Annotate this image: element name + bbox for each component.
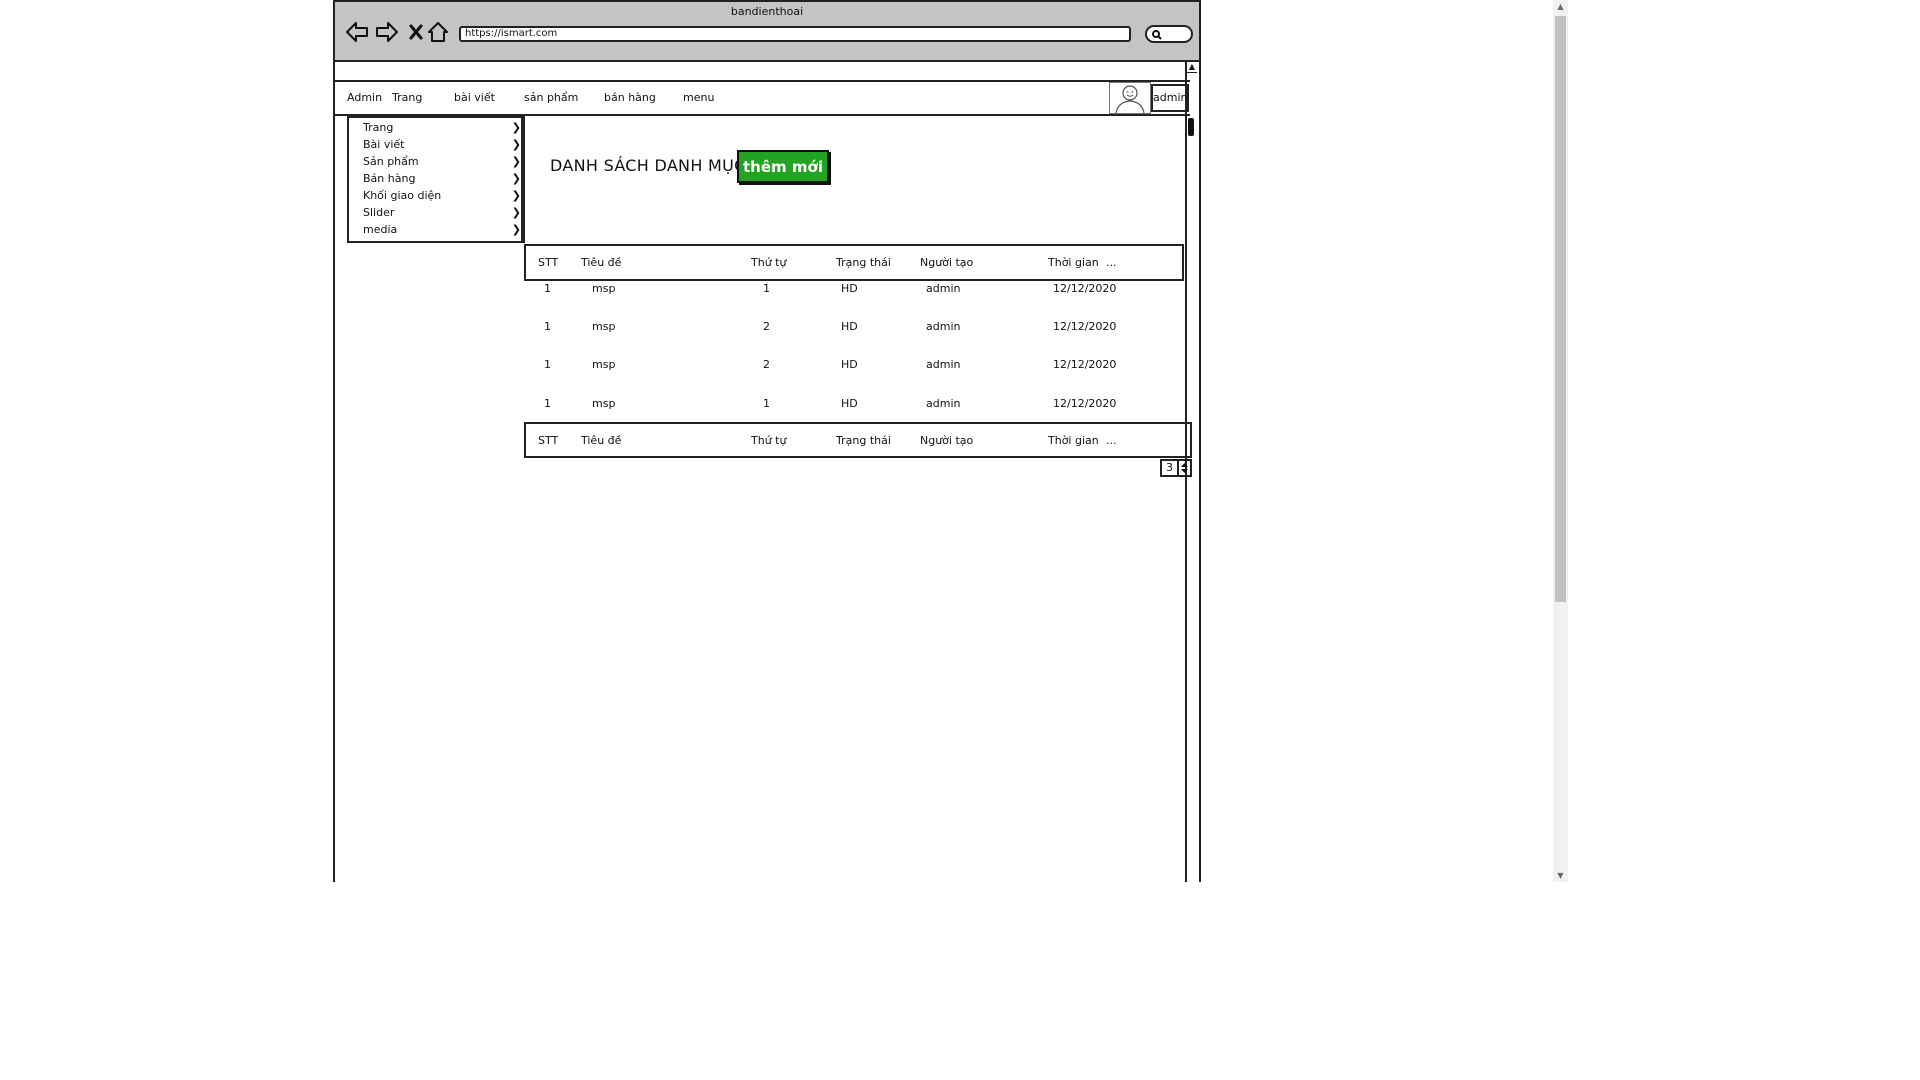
dropdown-item-khoi-giao-dien[interactable]: Khối giao diện ❯ — [363, 189, 521, 202]
col-footer-stt: STT — [538, 434, 559, 447]
scroll-thumb[interactable] — [1188, 118, 1194, 136]
page-title: DANH SÁCH DANH MỤC — [550, 156, 746, 175]
menu-item-admin[interactable]: Admin — [347, 91, 382, 104]
cell-title: msp — [592, 320, 616, 333]
chevron-right-icon: ❯ — [511, 189, 521, 202]
dropdown-item-trang[interactable]: Trang ❯ — [363, 121, 521, 134]
cell-stt: 1 — [544, 320, 551, 333]
col-footer-order: Thứ tự — [751, 434, 787, 447]
col-header-title[interactable]: Tiêu đề — [581, 256, 621, 269]
content-divider — [523, 116, 525, 243]
cell-order: 2 — [763, 358, 770, 371]
scroll-up-icon[interactable]: ▲ — [1187, 62, 1197, 73]
dropdown-item-label: Slider — [363, 206, 395, 219]
cell-creator: admin — [926, 397, 961, 410]
chevron-right-icon: ❯ — [511, 172, 521, 185]
col-header-more[interactable]: ... — [1106, 256, 1117, 269]
col-header-status[interactable]: Trạng thái — [836, 256, 891, 269]
dropdown-item-media[interactable]: media ❯ — [363, 223, 521, 236]
dropdown-item-san-pham[interactable]: Sản phẩm ❯ — [363, 155, 521, 168]
chevron-right-icon: ❯ — [511, 138, 521, 151]
col-footer-creator: Người tạo — [920, 434, 974, 447]
cell-stt: 1 — [544, 397, 551, 410]
stop-icon[interactable] — [404, 20, 428, 44]
cell-time: 12/12/2020 — [1053, 320, 1117, 333]
dropdown-item-label: media — [363, 223, 398, 236]
menu-item-san-pham[interactable]: sản phẩm — [524, 91, 578, 104]
browser-search-box[interactable] — [1145, 25, 1193, 43]
dropdown-item-label: Sản phẩm — [363, 155, 419, 168]
page-number[interactable]: 3 — [1160, 459, 1179, 477]
chevron-right-icon: ❯ — [511, 223, 521, 236]
cell-time: 12/12/2020 — [1053, 358, 1117, 371]
col-header-creator[interactable]: Người tạo — [920, 256, 973, 269]
search-icon — [1152, 30, 1162, 40]
col-header-order[interactable]: Thứ tự — [751, 256, 786, 269]
window-title: bandienthoai — [730, 5, 804, 18]
add-new-button[interactable]: thêm mới — [737, 150, 829, 183]
table-footer: STT Tiêu đề Thứ tự Trạng thái Người tạo … — [524, 422, 1192, 458]
menu-item-menu[interactable]: menu — [683, 91, 714, 104]
menu-item-bai-viet[interactable]: bài viết — [454, 91, 495, 104]
cell-creator: admin — [926, 282, 961, 295]
user-avatar-icon — [1115, 85, 1145, 114]
menu-item-ban-hang[interactable]: bán hàng — [604, 91, 656, 104]
scroll-down-icon[interactable]: ▼ — [1553, 871, 1568, 880]
chevron-right-icon: ❯ — [511, 121, 521, 134]
avatar[interactable] — [1109, 82, 1151, 114]
dropdown-item-label: Trang — [363, 121, 394, 134]
address-bar[interactable]: https://ismart.com — [459, 26, 1131, 42]
browser-window: bandienthoai https://ismart.com ▲ Admin … — [333, 0, 1201, 882]
dropdown-item-label: Khối giao diện — [363, 189, 442, 202]
back-icon[interactable] — [345, 20, 369, 44]
col-footer-title: Tiêu đề — [581, 434, 622, 447]
stepper-arrows-icon[interactable] — [1179, 459, 1192, 477]
table-header: STT Tiêu đề Thứ tự Trạng thái Người tạo … — [524, 244, 1184, 281]
col-footer-status: Trạng thái — [836, 434, 891, 447]
cell-title: msp — [592, 358, 616, 371]
cell-title: msp — [592, 282, 616, 295]
dropdown-item-label: Bài viết — [363, 138, 405, 151]
cell-time: 12/12/2020 — [1053, 282, 1117, 295]
cell-creator: admin — [926, 358, 961, 371]
cell-status: HD — [841, 397, 858, 410]
page-scrollbar[interactable]: ▲ ▼ — [1553, 0, 1568, 882]
cell-order: 2 — [763, 320, 770, 333]
cell-status: HD — [841, 320, 858, 333]
cell-order: 1 — [763, 282, 770, 295]
dropdown-item-bai-viet[interactable]: Bài viết ❯ — [363, 138, 521, 151]
cell-order: 1 — [763, 397, 770, 410]
col-footer-more: ... — [1106, 434, 1117, 447]
dropdown-item-slider[interactable]: Slider ❯ — [363, 206, 521, 219]
cell-status: HD — [841, 282, 858, 295]
col-header-stt[interactable]: STT — [538, 256, 558, 269]
user-name[interactable]: admin — [1151, 84, 1189, 112]
top-menu-bar: Admin Trang bài viết sản phẩm bán hàng m… — [335, 80, 1190, 116]
col-header-time[interactable]: Thời gian — [1048, 256, 1099, 269]
dropdown-item-label: Bán hàng — [363, 172, 416, 185]
admin-dropdown-menu: Trang ❯ Bài viết ❯ Sản phẩm ❯ Bán hàng ❯ Khố… — [347, 116, 523, 243]
cell-creator: admin — [926, 320, 961, 333]
col-footer-time: Thời gian — [1048, 434, 1099, 447]
chevron-right-icon: ❯ — [511, 206, 521, 219]
chevron-right-icon: ❯ — [511, 155, 521, 168]
scroll-up-icon[interactable]: ▲ — [1553, 2, 1568, 11]
cell-status: HD — [841, 358, 858, 371]
cell-time: 12/12/2020 — [1053, 397, 1117, 410]
home-icon[interactable] — [426, 20, 450, 44]
page-stepper[interactable]: 3 — [1160, 459, 1192, 477]
menu-item-trang[interactable]: Trang — [392, 91, 422, 104]
cell-stt: 1 — [544, 282, 551, 295]
browser-chrome: bandienthoai https://ismart.com — [335, 2, 1199, 62]
page-scroll-thumb[interactable] — [1555, 16, 1566, 602]
dropdown-item-ban-hang[interactable]: Bán hàng ❯ — [363, 172, 521, 185]
forward-icon[interactable] — [375, 20, 399, 44]
cell-title: msp — [592, 397, 616, 410]
cell-stt: 1 — [544, 358, 551, 371]
